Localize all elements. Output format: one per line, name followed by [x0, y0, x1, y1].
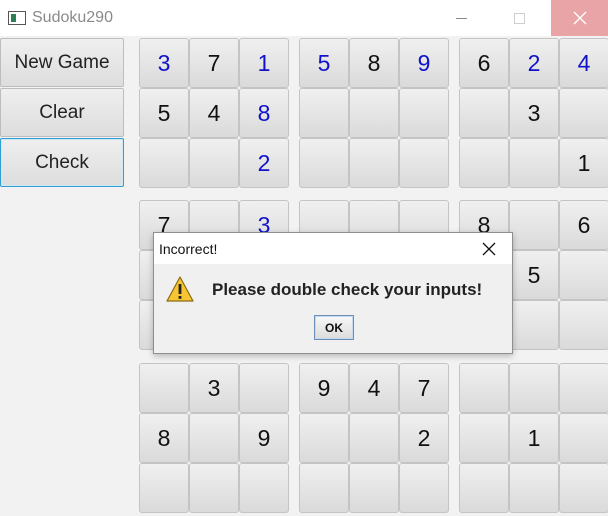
incorrect-dialog: Incorrect! Please double check your inpu… — [153, 232, 513, 354]
sudoku-cell-r2c1[interactable]: 5 — [139, 88, 189, 138]
sudoku-cell-r9c2[interactable] — [189, 463, 239, 513]
app-icon — [8, 11, 26, 25]
sudoku-cell-r3c4[interactable] — [299, 138, 349, 188]
sudoku-cell-r9c9[interactable] — [559, 463, 608, 513]
sudoku-cell-r2c4[interactable] — [299, 88, 349, 138]
sudoku-cell-r8c5[interactable] — [349, 413, 399, 463]
sudoku-cell-r1c7[interactable]: 6 — [459, 38, 509, 88]
sudoku-cell-r2c9[interactable] — [559, 88, 608, 138]
sudoku-cell-r3c7[interactable] — [459, 138, 509, 188]
sudoku-cell-r8c2[interactable] — [189, 413, 239, 463]
sudoku-cell-r7c6[interactable]: 7 — [399, 363, 449, 413]
sudoku-cell-r6c9[interactable] — [559, 300, 608, 350]
sudoku-cell-r9c3[interactable] — [239, 463, 289, 513]
dialog-message: Please double check your inputs! — [212, 280, 483, 299]
sudoku-cell-r5c9[interactable] — [559, 250, 608, 300]
new-game-button[interactable]: New Game — [0, 38, 124, 87]
dialog-title-bar: Incorrect! — [154, 233, 512, 264]
sudoku-cell-r9c8[interactable] — [509, 463, 559, 513]
sudoku-cell-r2c6[interactable] — [399, 88, 449, 138]
sudoku-cell-r9c4[interactable] — [299, 463, 349, 513]
sudoku-cell-r3c2[interactable] — [189, 138, 239, 188]
sudoku-cell-r1c5[interactable]: 8 — [349, 38, 399, 88]
sudoku-cell-r2c7[interactable] — [459, 88, 509, 138]
sudoku-cell-r7c4[interactable]: 9 — [299, 363, 349, 413]
sudoku-cell-r7c9[interactable] — [559, 363, 608, 413]
sudoku-cell-r8c7[interactable] — [459, 413, 509, 463]
sudoku-cell-r2c5[interactable] — [349, 88, 399, 138]
sudoku-cell-r7c3[interactable] — [239, 363, 289, 413]
sudoku-cell-r3c5[interactable] — [349, 138, 399, 188]
sudoku-cell-r7c7[interactable] — [459, 363, 509, 413]
sudoku-cell-r7c5[interactable]: 4 — [349, 363, 399, 413]
warning-icon — [166, 276, 194, 302]
sudoku-cell-r9c7[interactable] — [459, 463, 509, 513]
sudoku-cell-r1c2[interactable]: 7 — [189, 38, 239, 88]
sudoku-cell-r8c9[interactable] — [559, 413, 608, 463]
dialog-title: Incorrect! — [159, 241, 218, 257]
window-title-bar: Sudoku290 — [0, 0, 608, 36]
sudoku-cell-r9c5[interactable] — [349, 463, 399, 513]
sudoku-cell-r3c6[interactable] — [399, 138, 449, 188]
sudoku-cell-r2c2[interactable]: 4 — [189, 88, 239, 138]
sudoku-cell-r8c6[interactable]: 2 — [399, 413, 449, 463]
sudoku-cell-r4c8[interactable] — [509, 200, 559, 250]
close-icon[interactable] — [480, 240, 498, 258]
sudoku-cell-r8c8[interactable]: 1 — [509, 413, 559, 463]
sudoku-cell-r2c8[interactable]: 3 — [509, 88, 559, 138]
maximize-button[interactable] — [496, 0, 542, 36]
sudoku-cell-r3c3[interactable]: 2 — [239, 138, 289, 188]
close-button[interactable] — [551, 0, 608, 36]
minimize-button[interactable] — [438, 0, 484, 36]
sudoku-cell-r8c1[interactable]: 8 — [139, 413, 189, 463]
maximize-icon — [513, 12, 525, 24]
sudoku-cell-r7c8[interactable] — [509, 363, 559, 413]
sudoku-cell-r8c4[interactable] — [299, 413, 349, 463]
sudoku-cell-r1c4[interactable]: 5 — [299, 38, 349, 88]
sudoku-cell-r3c1[interactable] — [139, 138, 189, 188]
sudoku-cell-r8c3[interactable]: 9 — [239, 413, 289, 463]
window-title: Sudoku290 — [32, 9, 113, 26]
sudoku-cell-r9c1[interactable] — [139, 463, 189, 513]
sudoku-cell-r2c3[interactable]: 8 — [239, 88, 289, 138]
sudoku-cell-r3c9[interactable]: 1 — [559, 138, 608, 188]
ok-button[interactable]: OK — [314, 315, 354, 340]
sudoku-cell-r3c8[interactable] — [509, 138, 559, 188]
sudoku-cell-r1c8[interactable]: 2 — [509, 38, 559, 88]
close-icon — [573, 11, 586, 25]
check-button[interactable]: Check — [0, 138, 124, 187]
sudoku-cell-r7c2[interactable]: 3 — [189, 363, 239, 413]
sudoku-cell-r9c6[interactable] — [399, 463, 449, 513]
sudoku-cell-r1c1[interactable]: 3 — [139, 38, 189, 88]
sudoku-cell-r1c3[interactable]: 1 — [239, 38, 289, 88]
sudoku-cell-r4c9[interactable]: 6 — [559, 200, 608, 250]
sudoku-cell-r5c8[interactable]: 5 — [509, 250, 559, 300]
minimize-icon — [455, 17, 467, 19]
clear-button[interactable]: Clear — [0, 88, 124, 137]
sudoku-cell-r1c9[interactable]: 4 — [559, 38, 608, 88]
sudoku-cell-r1c6[interactable]: 9 — [399, 38, 449, 88]
sudoku-cell-r7c1[interactable] — [139, 363, 189, 413]
sudoku-cell-r6c8[interactable] — [509, 300, 559, 350]
